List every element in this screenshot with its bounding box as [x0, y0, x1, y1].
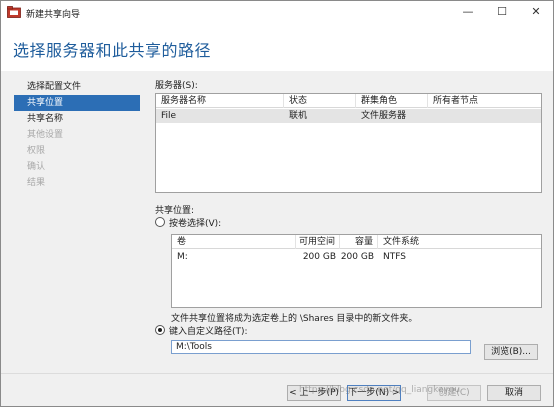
column-server-name[interactable]: 服务器名称	[156, 94, 284, 108]
custom-path-label: 键入自定义路径(T):	[169, 327, 248, 337]
column-owner-node[interactable]: 所有者节点	[428, 94, 541, 108]
column-status[interactable]: 状态	[284, 94, 356, 108]
volume-cell: M:	[177, 252, 188, 262]
server-name-cell: File	[161, 111, 177, 121]
shares-folder-note: 文件共享位置将成为选定卷上的 \Shares 目录中的新文件夹。	[171, 314, 418, 324]
select-by-volume-option[interactable]: 按卷选择(V):	[155, 217, 221, 231]
custom-path-radio[interactable]	[155, 325, 165, 335]
steps-nav: 选择配置文件 共享位置 共享名称 其他设置 权限 确认 结果	[14, 79, 140, 191]
step-share-name[interactable]: 共享名称	[14, 111, 140, 127]
cancel-button[interactable]: 取消	[487, 385, 541, 401]
wizard-window: 新建共享向导 — ☐ ✕ 选择服务器和此共享的路径 选择配置文件 共享位置 共享…	[0, 0, 554, 407]
close-icon[interactable]: ✕	[519, 1, 553, 23]
owner-node-cell	[428, 109, 541, 123]
table-row[interactable]: M: 200 GB 200 GB NTFS	[172, 250, 541, 264]
step-other-settings: 其他设置	[27, 130, 64, 140]
step-permissions: 权限	[27, 146, 46, 156]
column-cluster-role[interactable]: 群集角色	[356, 94, 428, 108]
file-system-cell: NTFS	[383, 252, 406, 262]
window-title: 新建共享向导	[26, 10, 81, 20]
servers-list[interactable]: 服务器名称 状态 群集角色 所有者节点 File 联机 文件服务器	[155, 93, 542, 193]
column-file-system[interactable]: 文件系统	[378, 235, 541, 249]
capacity-cell: 200 GB	[340, 252, 374, 262]
watermark-text: https://blog.csdn.net/qq_liangkeyou	[299, 385, 461, 395]
custom-path-input[interactable]	[171, 340, 471, 354]
minimize-icon[interactable]: —	[451, 1, 485, 23]
servers-list-header: 服务器名称 状态 群集角色 所有者节点	[156, 94, 541, 108]
maximize-icon[interactable]: ☐	[485, 1, 519, 23]
server-status-cell: 联机	[289, 111, 308, 121]
volumes-list[interactable]: 卷 可用空间 容量 文件系统 M: 200 GB 200 GB NTFS	[171, 234, 542, 308]
servers-label: 服务器(S):	[155, 81, 198, 91]
column-capacity[interactable]: 容量	[340, 235, 378, 249]
select-by-volume-radio[interactable]	[155, 217, 165, 227]
share-location-label: 共享位置:	[155, 206, 195, 216]
title-bar: 新建共享向导 — ☐ ✕	[1, 1, 553, 25]
page-title: 选择服务器和此共享的路径	[13, 41, 212, 60]
step-share-location[interactable]: 共享位置	[14, 95, 140, 111]
wizard-header: 选择服务器和此共享的路径	[1, 25, 553, 71]
step-result: 结果	[27, 178, 46, 188]
free-space-cell: 200 GB	[302, 252, 336, 262]
table-row[interactable]: File 联机 文件服务器	[156, 109, 541, 123]
wizard-content: 选择配置文件 共享位置 共享名称 其他设置 权限 确认 结果 服务器(S): 服…	[1, 71, 553, 373]
browse-button[interactable]: 浏览(B)...	[484, 344, 538, 360]
custom-path-option[interactable]: 键入自定义路径(T):	[155, 325, 248, 339]
step-confirm: 确认	[27, 162, 46, 172]
column-volume[interactable]: 卷	[172, 235, 296, 249]
wizard-footer: < 上一步(P) 下一步(N) > 创建(C) 取消	[1, 373, 553, 406]
column-free-space[interactable]: 可用空间	[296, 235, 340, 249]
select-by-volume-label: 按卷选择(V):	[169, 219, 222, 229]
step-select-profile[interactable]: 选择配置文件	[14, 79, 140, 95]
volumes-list-header: 卷 可用空间 容量 文件系统	[172, 235, 541, 249]
cluster-role-cell: 文件服务器	[361, 111, 407, 121]
share-folder-icon	[7, 6, 21, 18]
